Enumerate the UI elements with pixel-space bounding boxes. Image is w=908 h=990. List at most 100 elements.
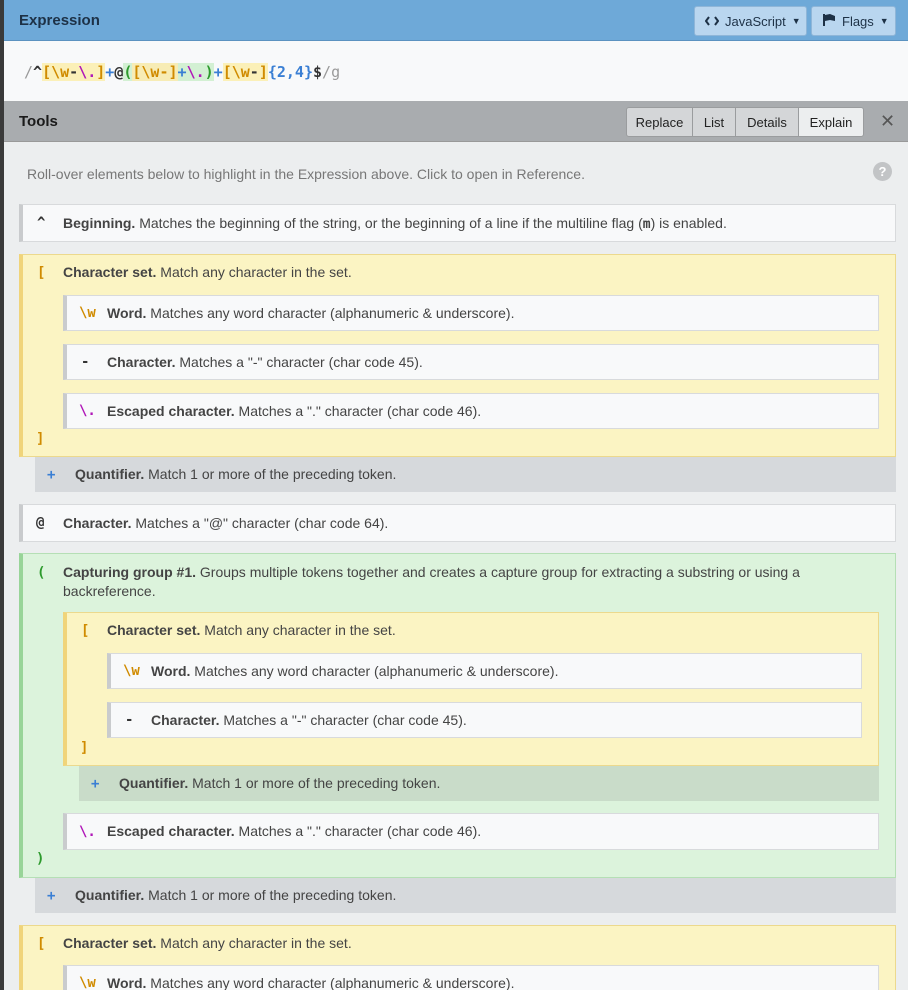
explain-node-word[interactable]: \w Word. Matches any word character (alp… [63,295,879,331]
token-word: \w [79,305,96,321]
expr-token-quantifier[interactable]: + [105,63,114,81]
flavor-label: JavaScript [725,13,786,29]
close-icon[interactable]: ✕ [880,111,895,132]
token-dash: - [81,354,90,370]
expr-token-escape[interactable]: \. [78,63,97,81]
node-name: Character. [107,354,176,370]
explain-node-character-dash[interactable]: - Character. Matches a "-" character (ch… [63,344,879,380]
flags-label: Flags [842,13,874,29]
expr-token-anchor[interactable]: ^ [33,63,42,81]
node-description: Character. Matches a "-" character (char… [151,711,467,730]
expr-token-set-close[interactable]: ] [96,63,106,81]
expr-token-dash[interactable]: - [69,63,79,81]
expr-token-group-quantifier[interactable]: + [177,63,187,81]
explain-node-group-escaped-dot[interactable]: \. Escaped character. Matches a "." char… [63,813,879,850]
expr-token-range-quantifier[interactable]: {2,4} [268,63,313,81]
token-escaped-dot: \. [79,403,96,419]
tools-header: Tools Replace List Details Explain ✕ [4,101,908,142]
expr-token-set3-close[interactable]: ] [258,63,268,81]
token-plus: + [47,888,56,904]
explain-hint: Roll-over elements below to highlight in… [27,166,585,182]
node-name: Character set. [107,622,201,638]
tools-tabs: Replace List Details Explain [626,107,864,137]
expr-open-delimiter: / [24,63,34,81]
node-description: Character. Matches a "-" character (char… [107,353,423,372]
explain-node-group-quantifier[interactable]: + Quantifier. Match 1 or more of the pre… [79,766,879,801]
tab-explain[interactable]: Explain [798,107,864,137]
expression-text[interactable]: /^[\w-\.]+@([\w-]+\.)+[\w-]{2,4}$/g [24,63,340,81]
node-text: Match 1 or more of the preceding token. [148,887,397,903]
token-set-close: ] [80,740,89,756]
node-name: Capturing group #1. [63,564,196,580]
node-text: Matches any word character (alphanumeric… [150,975,515,990]
explain-node-group-character-dash[interactable]: - Character. Matches a "-" character (ch… [107,702,862,738]
expr-token-quantifier-2[interactable]: + [214,63,223,81]
flags-button[interactable]: Flags ▼ [811,6,896,36]
expr-token-set3-open[interactable]: [ [222,63,232,81]
node-description: Word. Matches any word character (alphan… [151,662,558,681]
node-text: Matches a "@" character (char code 64). [135,515,389,531]
token-escaped-dot: \. [79,824,96,840]
multiline-flag-code: m [642,217,651,232]
token-dash: - [125,712,134,728]
node-description: Escaped character. Matches a "." charact… [107,402,481,421]
node-text: Match any character in the set. [160,264,352,280]
expr-token-group-set-close[interactable]: ] [168,63,178,81]
flavor-button[interactable]: JavaScript ▼ [694,6,807,36]
node-description: Capturing group #1. Groups multiple toke… [63,563,853,601]
node-text: Match any character in the set. [204,622,396,638]
node-name: Quantifier. [75,887,145,903]
expression-editor[interactable]: /^[\w-\.]+@([\w-]+\.)+[\w-]{2,4}$/g [4,41,908,101]
chevron-down-icon: ▼ [791,16,801,26]
explain-node-group-word[interactable]: \w Word. Matches any word character (alp… [107,653,862,689]
node-description: Quantifier. Match 1 or more of the prece… [75,465,396,484]
expr-token-end-anchor[interactable]: $ [313,63,322,81]
expr-token-group-escape[interactable]: \. [186,63,205,81]
explain-node-beginning[interactable]: ^ Beginning. Matches the beginning of th… [19,204,896,242]
token-group-close: ) [36,851,45,867]
expr-token-group-word[interactable]: \w [141,63,160,81]
expr-token-set-open[interactable]: [ [42,63,52,81]
explain-node-character-at[interactable]: @ Character. Matches a "@" character (ch… [19,504,896,542]
node-description: Quantifier. Match 1 or more of the prece… [75,886,396,905]
explain-node-charset-3-word[interactable]: \w Word. Matches any word character (alp… [63,965,879,990]
token-set-open: [ [37,936,46,952]
token-set-close: ] [36,431,45,447]
token-word: \w [123,663,140,679]
node-description: Quantifier. Match 1 or more of the prece… [119,774,440,793]
node-text: Matches any word character (alphanumeric… [150,305,515,321]
node-description: Character set. Match any character in th… [107,621,396,640]
left-edge [0,0,4,990]
expr-token-group-dash[interactable]: - [159,63,169,81]
node-name: Character. [63,515,132,531]
explain-node-quantifier-2[interactable]: + Quantifier. Match 1 or more of the pre… [35,878,896,913]
node-text-end: ) is enabled. [650,215,727,231]
explain-node-group-charset[interactable]: [ Character set. Match any character in … [63,612,879,766]
token-set-open: [ [37,265,46,281]
expr-flag: g [331,63,341,81]
node-text: Match any character in the set. [160,935,352,951]
tab-details[interactable]: Details [735,107,799,137]
help-icon[interactable]: ? [873,162,892,181]
node-name: Character set. [63,264,157,280]
token-set-open: [ [81,623,90,639]
node-name: Quantifier. [75,466,145,482]
expr-token-set3-word[interactable]: \w [231,63,250,81]
node-name: Quantifier. [119,775,189,791]
expr-token-group-close[interactable]: ) [204,63,214,81]
expr-token-word[interactable]: \w [51,63,70,81]
tab-list[interactable]: List [692,107,736,137]
chevron-down-icon: ▼ [879,16,889,26]
node-text: Matches any word character (alphanumeric… [194,663,559,679]
expr-token-at[interactable]: @ [114,63,123,81]
explain-node-escaped-dot[interactable]: \. Escaped character. Matches a "." char… [63,393,879,429]
explain-node-quantifier[interactable]: + Quantifier. Match 1 or more of the pre… [35,457,896,492]
token-group-open: ( [37,565,46,581]
expr-token-set3-dash[interactable]: - [249,63,259,81]
node-text: Matches a "." character (char code 46). [238,403,482,419]
node-description: Character set. Match any character in th… [63,934,352,953]
node-name: Word. [151,663,191,679]
token-plus: + [91,776,100,792]
tab-replace[interactable]: Replace [626,107,693,137]
code-icon [704,14,720,29]
